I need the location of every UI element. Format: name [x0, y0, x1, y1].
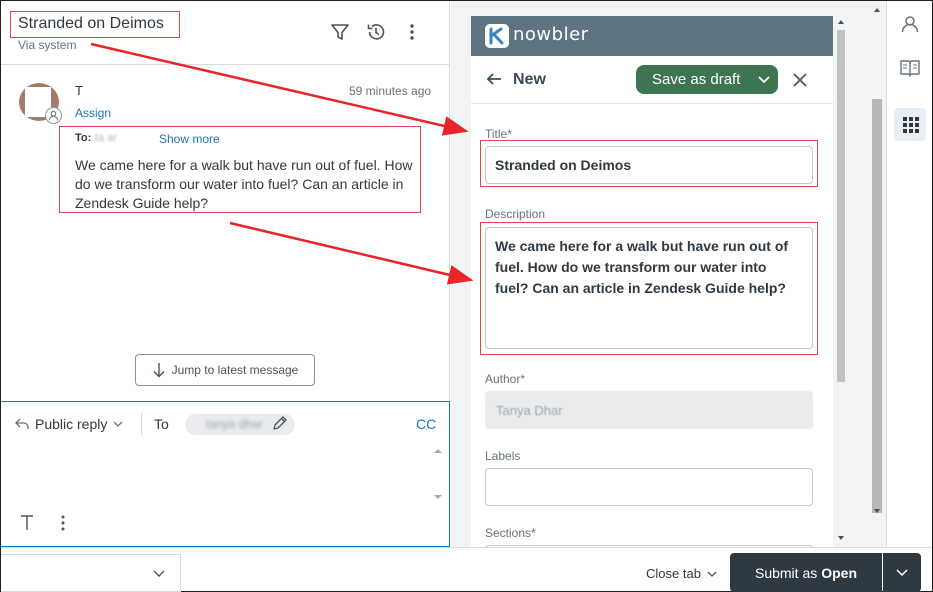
ticket-subject[interactable]: Stranded on Deimos [18, 15, 164, 33]
jump-to-latest-button[interactable]: Jump to latest message [135, 354, 315, 386]
to-recipient: ta ar [95, 132, 118, 144]
author-label: Author* [485, 372, 526, 386]
user-icon[interactable] [899, 13, 921, 35]
sections-label: Sections* [485, 526, 536, 540]
to-label: To: [75, 132, 92, 144]
close-tab-button[interactable]: Close tab [646, 566, 717, 581]
text-format-icon[interactable] [19, 514, 35, 532]
message-timestamp: 59 minutes ago [349, 84, 432, 98]
app-scroll-thumb[interactable] [837, 30, 845, 382]
knowbler-app-panel: nowbler New Save as draft Title* Descrip… [451, 1, 886, 547]
arrow-down-icon [153, 363, 165, 378]
author-input [485, 391, 813, 429]
apps-grid-icon[interactable] [900, 114, 922, 136]
assign-link[interactable]: Assign [75, 106, 111, 120]
panel-scroll-thumb[interactable] [872, 99, 882, 513]
scroll-up-icon[interactable] [837, 18, 845, 26]
chevron-down-icon [707, 571, 717, 577]
app-scrollbar[interactable] [834, 16, 848, 547]
cc-link[interactable]: CC [416, 416, 436, 432]
reply-icon [15, 418, 29, 429]
labels-label: Labels [485, 449, 521, 463]
scroll-down-icon[interactable] [873, 507, 881, 515]
composer-more-icon[interactable] [56, 514, 70, 532]
recipient-chip-label: tanya dhar [206, 417, 263, 431]
save-as-draft-button[interactable]: Save as draft [636, 65, 778, 94]
title-input[interactable] [485, 146, 813, 184]
save-draft-label: Save as draft [652, 71, 741, 88]
close-icon[interactable] [791, 71, 809, 89]
composer-scrollbar[interactable] [431, 446, 445, 504]
chevron-down-icon [896, 569, 908, 577]
brand-bar: nowbler [471, 16, 833, 56]
scroll-up-icon[interactable] [873, 6, 881, 14]
submit-button[interactable]: Submit as Open [730, 553, 882, 592]
message-body: We came here for a walk but have run out… [75, 157, 413, 211]
labels-input[interactable] [485, 468, 813, 506]
pencil-icon[interactable] [271, 414, 289, 432]
reply-type-selector[interactable]: Public reply [15, 416, 123, 432]
scroll-down-icon[interactable] [837, 534, 845, 542]
close-tab-label: Close tab [646, 566, 701, 581]
title-label: Title* [485, 127, 512, 141]
back-arrow-icon[interactable] [485, 70, 503, 88]
chevron-down-icon [113, 421, 123, 427]
knowbler-logo-icon [485, 24, 509, 48]
brand-name: nowbler [513, 24, 589, 45]
to-field-label: To [154, 416, 169, 432]
right-rail [886, 1, 932, 547]
page-heading: New [513, 71, 546, 88]
chevron-down-icon [153, 570, 165, 577]
composer-divider [141, 412, 142, 436]
user-badge-icon [45, 107, 62, 124]
reply-composer[interactable]: Public reply To tanya dhar CC [1, 401, 450, 547]
bottom-bar: Close tab Submit as Open [1, 547, 932, 592]
sections-select[interactable] [485, 545, 813, 547]
macro-select[interactable] [1, 554, 181, 592]
jump-button-label: Jump to latest message [171, 363, 299, 377]
description-label: Description [485, 207, 546, 221]
more-options-icon[interactable] [401, 21, 423, 43]
chevron-down-icon [758, 75, 770, 83]
show-more-link[interactable]: Show more [159, 132, 220, 146]
panel-scrollbar[interactable] [868, 1, 886, 521]
submit-status: Open [821, 564, 858, 581]
submit-prefix: Submit as [754, 564, 818, 581]
knowbler-app-content: nowbler New Save as draft Title* Descrip… [471, 16, 833, 547]
ticket-channel: Via system [18, 38, 77, 52]
sender-name[interactable]: T [75, 83, 83, 98]
reply-type-label: Public reply [35, 416, 108, 432]
description-textarea[interactable]: We came here for a walk but have run out… [485, 227, 813, 349]
submit-options-button[interactable] [883, 553, 921, 592]
knowledge-book-icon[interactable] [899, 57, 921, 79]
history-icon[interactable] [365, 21, 387, 43]
form-divider [471, 103, 833, 104]
filter-icon[interactable] [329, 21, 351, 43]
